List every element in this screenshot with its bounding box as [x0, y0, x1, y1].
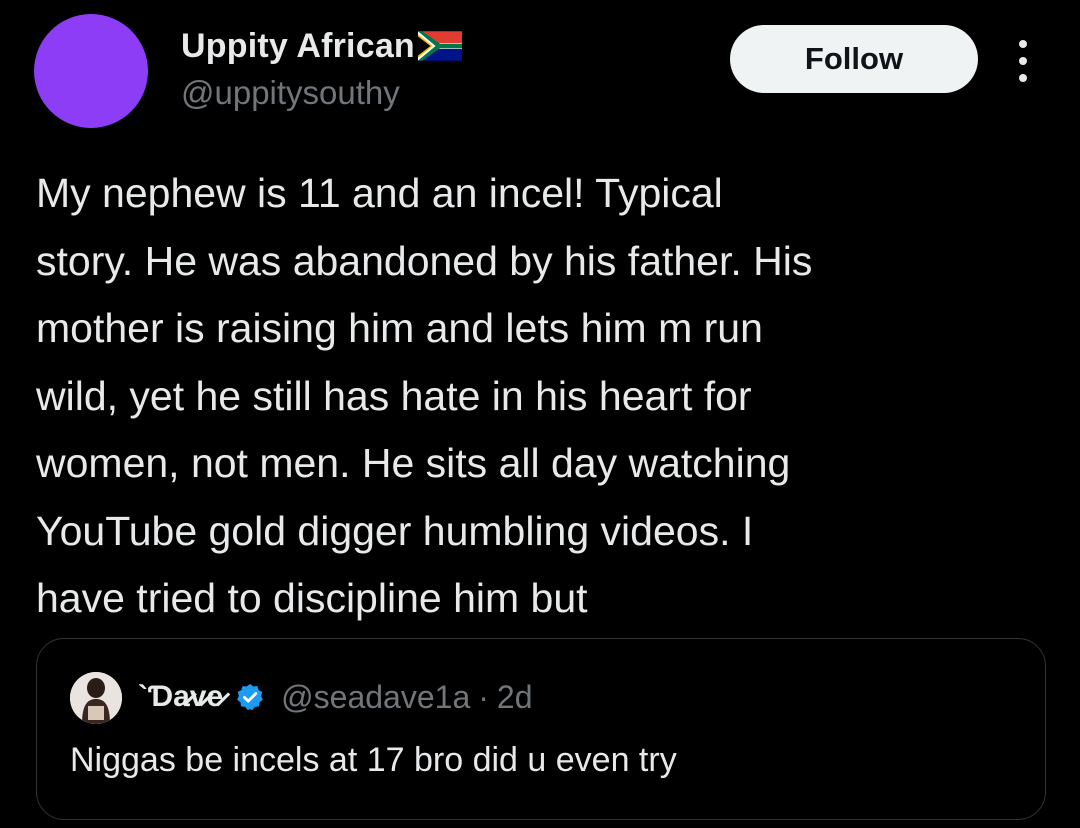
separator-dot: · — [478, 678, 489, 715]
quoted-avatar-image — [70, 672, 122, 724]
quoted-timestamp[interactable]: 2d — [497, 679, 533, 716]
author-name-row[interactable]: Uppity African — [181, 24, 462, 68]
south-africa-flag-icon — [417, 31, 462, 61]
more-dot — [1019, 57, 1027, 65]
more-dot — [1019, 74, 1027, 82]
quoted-tweet-card[interactable]: `Ɗa̷v̷e̷ @seadave1a · 2d Niggas be incel… — [36, 638, 1046, 820]
follow-button[interactable]: Follow — [730, 25, 978, 93]
more-vertical-icon[interactable] — [1006, 36, 1040, 86]
more-dot — [1019, 40, 1027, 48]
tweet-text: My nephew is 11 and an incel! Typical st… — [36, 170, 813, 621]
author-handle[interactable]: @uppitysouthy — [181, 74, 400, 112]
quoted-handle[interactable]: @seadave1a — [281, 679, 470, 716]
quoted-display-name[interactable]: `Ɗa̷v̷e̷ — [138, 680, 223, 714]
quoted-author-row[interactable]: `Ɗa̷v̷e̷ @seadave1a · 2d — [138, 675, 532, 719]
verified-badge-icon — [237, 683, 264, 711]
author-avatar[interactable] — [34, 14, 148, 128]
author-display-name[interactable]: Uppity African — [181, 27, 415, 66]
quoted-author-avatar[interactable] — [70, 672, 122, 724]
quoted-tweet-text: Niggas be incels at 17 bro did u even tr… — [70, 741, 677, 779]
